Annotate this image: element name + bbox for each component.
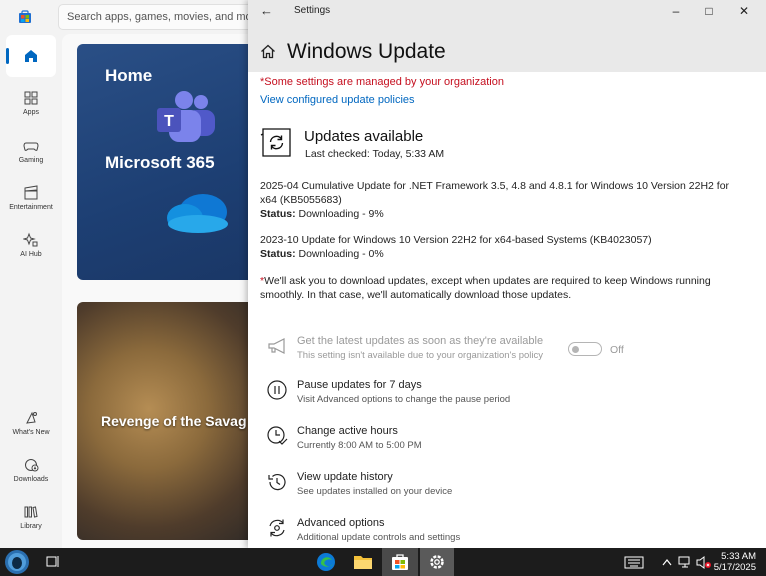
page-header: Windows Update xyxy=(248,22,766,72)
update-name: 2023-10 Update for Windows 10 Version 22… xyxy=(260,234,652,246)
sync-icon xyxy=(260,128,291,157)
sidebar-label: Gaming xyxy=(18,157,44,164)
whats-new-icon xyxy=(26,411,37,424)
option-desc: Visit Advanced options to change the pau… xyxy=(297,394,511,405)
taskbar-file-explorer[interactable] xyxy=(346,548,380,576)
edge-icon xyxy=(317,553,335,571)
pause-icon xyxy=(267,380,287,400)
gear-icon xyxy=(430,555,444,569)
option-title: View update history xyxy=(297,471,393,483)
view-policies-link[interactable]: View configured update policies xyxy=(260,94,415,106)
sidebar-item-whats-new[interactable]: What's New xyxy=(0,410,62,436)
close-button[interactable]: ✕ xyxy=(734,2,754,20)
hero-subtitle: Microsoft 365 xyxy=(105,153,215,172)
toggle-knob xyxy=(572,345,579,353)
taskbar-settings[interactable] xyxy=(420,548,454,576)
svg-text:T: T xyxy=(164,113,174,130)
game-title: Revenge of the Savag xyxy=(101,413,247,429)
teams-icon: T xyxy=(157,91,215,142)
managed-notice: *Some settings are managed by your organ… xyxy=(260,76,504,88)
sidebar-item-entertainment[interactable]: Entertainment xyxy=(0,185,62,211)
sidebar-label: What's New xyxy=(12,429,50,436)
home-icon xyxy=(25,50,37,62)
update-status: Status: Downloading - 9% xyxy=(260,207,736,221)
option-title: Pause updates for 7 days xyxy=(297,379,422,391)
clock-icon xyxy=(267,426,288,445)
sidebar-label: Downloads xyxy=(13,476,49,483)
status-value: Downloading - 9% xyxy=(295,208,384,220)
taskbar-edge[interactable] xyxy=(310,548,342,576)
option-desc: Additional update controls and settings xyxy=(297,532,461,543)
hero-banner[interactable]: Home T Microsoft 365 xyxy=(77,44,257,280)
option-title: Change active hours xyxy=(297,425,398,437)
selection-indicator xyxy=(6,48,9,64)
sidebar-item-gaming[interactable]: Gaming xyxy=(0,138,62,164)
hero-title: Home xyxy=(105,66,153,85)
maximize-button[interactable]: □ xyxy=(699,2,719,20)
latest-updates-toggle[interactable] xyxy=(568,342,602,356)
task-view-button[interactable] xyxy=(40,548,66,576)
folder-icon xyxy=(354,556,372,569)
home-icon[interactable] xyxy=(260,44,276,59)
settings-window: ← Settings – □ ✕ Windows Update *Some se… xyxy=(248,0,766,548)
last-checked: Last checked: Today, 5:33 AM xyxy=(305,148,445,160)
clock-date: 5/17/2025 xyxy=(713,562,756,573)
history-icon xyxy=(268,474,286,491)
chevron-up-icon[interactable] xyxy=(662,558,672,566)
library-icon xyxy=(24,506,38,518)
task-view-icon xyxy=(46,556,59,567)
toggle-label: Off xyxy=(610,344,624,356)
window-title: Settings xyxy=(294,5,331,16)
store-logo-icon xyxy=(19,10,31,23)
sidebar-item-library[interactable]: Library xyxy=(0,504,62,530)
sidebar-label: AI Hub xyxy=(20,251,42,258)
apps-icon xyxy=(24,91,38,105)
sidebar-item-ai-hub[interactable]: AI Hub xyxy=(0,232,62,258)
taskbar-store[interactable] xyxy=(382,548,418,576)
store-bag-icon xyxy=(392,554,408,570)
option-title: Get the latest updates as soon as they'r… xyxy=(297,335,544,347)
keyboard-icon[interactable] xyxy=(624,556,644,569)
gear-refresh-icon xyxy=(269,519,285,537)
sidebar-label: Library xyxy=(20,523,42,530)
minimize-button[interactable]: – xyxy=(666,2,686,20)
store-sidebar: Apps Gaming Entertainment AI Hub What's … xyxy=(0,0,62,548)
title-bar: ← Settings – □ ✕ xyxy=(248,0,766,22)
update-item: 2023-10 Update for Windows 10 Version 22… xyxy=(260,233,736,261)
option-desc: Currently 8:00 AM to 5:00 PM xyxy=(297,440,422,451)
megaphone-icon xyxy=(268,338,285,354)
download-notice: *We'll ask you to download updates, exce… xyxy=(260,274,740,302)
network-icon[interactable] xyxy=(678,556,692,569)
update-item: 2025-04 Cumulative Update for .NET Frame… xyxy=(260,179,736,221)
film-icon xyxy=(24,185,38,200)
status-label: Status: xyxy=(260,248,296,260)
option-desc: See updates installed on your device xyxy=(297,486,453,497)
status-label: Status: xyxy=(260,208,296,220)
taskbar: 5:33 AM 5/17/2025 xyxy=(0,548,766,576)
option-desc: This setting isn't available due to your… xyxy=(297,350,544,361)
update-name: 2025-04 Cumulative Update for .NET Frame… xyxy=(260,180,730,206)
start-button[interactable] xyxy=(0,548,34,576)
option-title: Advanced options xyxy=(297,517,385,529)
volume-muted-icon[interactable] xyxy=(696,556,712,569)
back-arrow-icon[interactable]: ← xyxy=(260,3,273,18)
sidebar-item-downloads[interactable]: Downloads xyxy=(0,457,62,483)
start-orb-icon xyxy=(5,550,29,574)
onedrive-icon xyxy=(167,194,228,233)
system-clock[interactable]: 5:33 AM 5/17/2025 xyxy=(714,551,756,573)
status-title: Updates available xyxy=(304,128,424,145)
notice-text: We'll ask you to download updates, excep… xyxy=(260,275,711,301)
clock-time: 5:33 AM xyxy=(721,551,756,562)
game-card[interactable]: Revenge of the Savag xyxy=(77,302,257,540)
status-value: Downloading - 0% xyxy=(295,248,384,260)
downloads-icon xyxy=(25,459,39,472)
ai-hub-icon xyxy=(23,232,38,247)
update-status: Status: Downloading - 0% xyxy=(260,247,736,261)
gamepad-icon xyxy=(23,142,39,151)
sidebar-item-apps[interactable]: Apps xyxy=(0,90,62,116)
sidebar-label: Apps xyxy=(23,109,39,116)
page-title: Windows Update xyxy=(287,40,446,63)
sidebar-label: Entertainment xyxy=(9,204,53,211)
store-search-input[interactable]: Search apps, games, movies, and more xyxy=(58,4,258,30)
